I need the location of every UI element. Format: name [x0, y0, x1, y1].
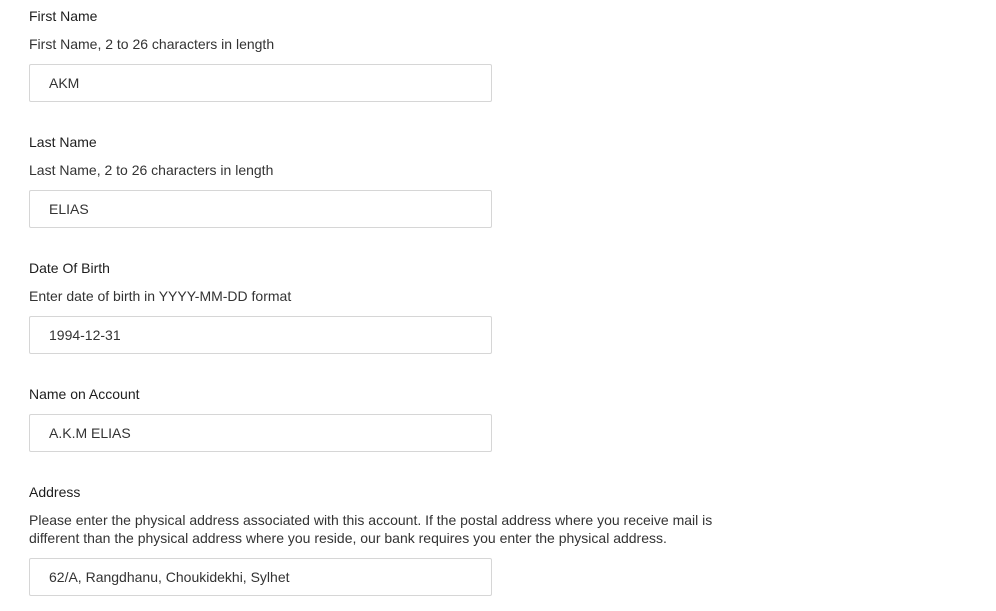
- date-of-birth-input[interactable]: [29, 316, 492, 354]
- first-name-input[interactable]: [29, 64, 492, 102]
- first-name-helper: First Name, 2 to 26 characters in length: [29, 36, 275, 52]
- date-of-birth-label: Date Of Birth: [29, 260, 110, 276]
- address-input[interactable]: [29, 558, 492, 596]
- name-on-account-label: Name on Account: [29, 386, 140, 402]
- last-name-input[interactable]: [29, 190, 492, 228]
- address-helper: Please enter the physical address associ…: [29, 512, 713, 546]
- date-of-birth-helper: Enter date of birth in YYYY-MM-DD format: [29, 288, 292, 304]
- first-name-label: First Name: [29, 8, 98, 24]
- last-name-helper: Last Name, 2 to 26 characters in length: [29, 162, 274, 178]
- last-name-label: Last Name: [29, 134, 97, 150]
- name-on-account-input[interactable]: [29, 414, 492, 452]
- address-label: Address: [29, 484, 81, 500]
